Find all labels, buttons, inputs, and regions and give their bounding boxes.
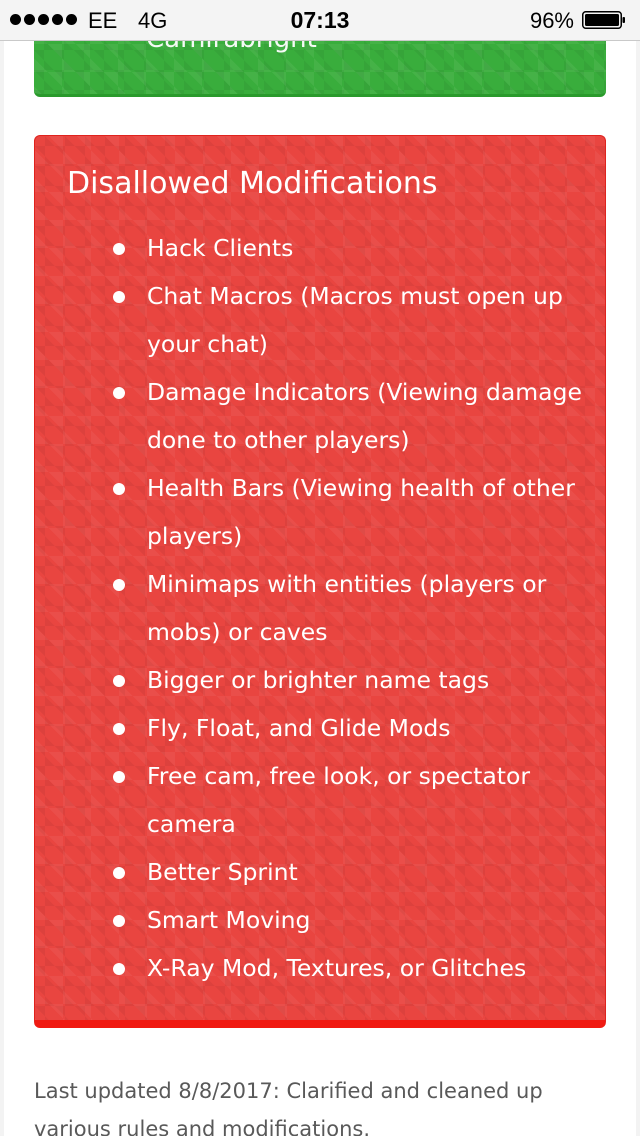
list-item: Free cam, free look, or spectator camera <box>113 752 587 848</box>
bullet-icon <box>113 915 125 927</box>
list-item: Bigger or brighter name tags <box>113 656 587 704</box>
list-item: Hack Clients <box>113 224 587 272</box>
battery-icon <box>582 11 625 29</box>
list-item-text: X-Ray Mod, Textures, or Glitches <box>147 954 527 982</box>
bullet-icon <box>113 723 125 735</box>
bullet-icon <box>113 243 125 255</box>
frame-left-border <box>0 0 4 1136</box>
list-item: Health Bars (Viewing health of other pla… <box>113 464 587 560</box>
list-item-text: Hack Clients <box>147 234 294 262</box>
list-item: Chat Macros (Macros must open up your ch… <box>113 272 587 368</box>
bullet-icon <box>113 771 125 783</box>
list-item-text: Fly, Float, and Glide Mods <box>147 714 451 742</box>
list-item-text: Health Bars (Viewing health of other pla… <box>147 474 575 550</box>
disallowed-title: Disallowed Modifications <box>67 166 438 201</box>
status-bar: EE 4G 07:13 96% <box>0 0 640 41</box>
last-updated-text: Last updated 8/8/2017: Clarified and cle… <box>34 1079 543 1136</box>
list-item-text: Bigger or brighter name tags <box>147 666 490 694</box>
list-item-text: Free cam, free look, or spectator camera <box>147 762 531 838</box>
list-item: Damage Indicators (Viewing damage done t… <box>113 368 587 464</box>
list-item-text: Smart Moving <box>147 906 311 934</box>
list-item: Smart Moving <box>113 896 587 944</box>
bullet-icon <box>113 387 125 399</box>
battery-percent: 96% <box>529 8 574 33</box>
list-item: Better Sprint <box>113 848 587 896</box>
bullet-icon <box>113 867 125 879</box>
list-item-text: Damage Indicators (Viewing damage done t… <box>147 378 582 454</box>
list-item: Minimaps with entities (players or mobs)… <box>113 560 587 656</box>
disallowed-list: Hack Clients Chat Macros (Macros must op… <box>113 224 587 992</box>
bullet-icon <box>113 483 125 495</box>
list-item: Fly, Float, and Glide Mods <box>113 704 587 752</box>
list-item-text: Chat Macros (Macros must open up your ch… <box>147 282 563 358</box>
bullet-icon <box>113 675 125 687</box>
list-item-text: Better Sprint <box>147 858 298 886</box>
disallowed-modifications-box: Disallowed Modifications Hack Clients Ch… <box>34 135 606 1028</box>
list-item-text: Minimaps with entities (players or mobs)… <box>147 570 547 646</box>
list-item: X-Ray Mod, Textures, or Glitches <box>113 944 587 992</box>
page: Camirabright Disallowed Modifications Ha… <box>0 0 640 1136</box>
bullet-icon <box>113 963 125 975</box>
bullet-icon <box>113 579 125 591</box>
bullet-icon <box>113 291 125 303</box>
frame-right-border <box>636 0 640 1136</box>
